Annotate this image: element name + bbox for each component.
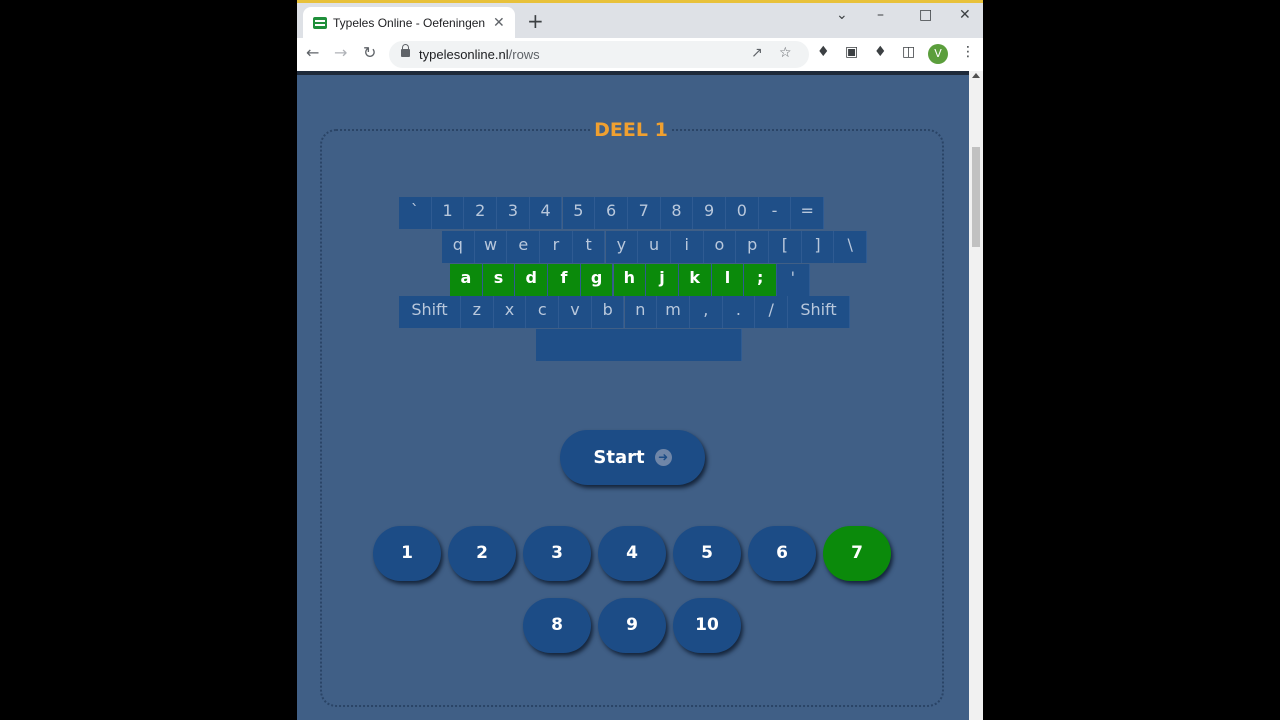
extensions-menu-icon[interactable]: ♦ bbox=[874, 44, 887, 60]
keyboard-key: = bbox=[791, 197, 825, 229]
maximize-icon[interactable]: □ bbox=[919, 7, 932, 23]
keyboard-key: 8 bbox=[660, 197, 694, 229]
tab-bar: Typeles Online - Oefeningen ✕ + ⌄ – □ ✕ bbox=[297, 0, 983, 41]
scrollbar[interactable] bbox=[969, 71, 983, 720]
scroll-thumb[interactable] bbox=[972, 147, 980, 247]
keyboard-key: d bbox=[515, 264, 549, 296]
active-tab[interactable]: Typeles Online - Oefeningen ✕ bbox=[303, 7, 515, 41]
keyboard-key: n bbox=[624, 296, 658, 328]
back-arrow-icon[interactable]: ← bbox=[306, 44, 319, 62]
keyboard-key: x bbox=[493, 296, 527, 328]
keyboard-key: . bbox=[722, 296, 756, 328]
url-text[interactable]: typelesonline.nl/rows bbox=[419, 47, 540, 62]
keyboard-key: z bbox=[461, 296, 494, 328]
keyboard-key: t bbox=[572, 231, 606, 263]
keyboard-key: o bbox=[703, 231, 737, 263]
more-menu-icon[interactable]: ⋮ bbox=[961, 44, 975, 60]
start-button[interactable]: Start ➜ bbox=[560, 430, 705, 485]
keyboard-key: u bbox=[638, 231, 671, 263]
lock-icon[interactable] bbox=[401, 44, 410, 57]
keyboard-key: 0 bbox=[726, 197, 759, 229]
lesson-button-2[interactable]: 2 bbox=[448, 526, 516, 581]
keyboard-key: v bbox=[559, 296, 592, 328]
keyboard-key: s bbox=[482, 264, 516, 296]
minimize-icon[interactable]: – bbox=[877, 7, 884, 23]
lesson-button-9[interactable]: 9 bbox=[598, 598, 666, 653]
keyboard-key: e bbox=[507, 231, 541, 263]
keyboard-key: 7 bbox=[627, 197, 661, 229]
arrow-right-circle-icon: ➜ bbox=[654, 449, 672, 466]
keyboard-key: 6 bbox=[595, 197, 628, 229]
keyboard-key: r bbox=[540, 231, 573, 263]
keyboard-key: 5 bbox=[562, 197, 596, 229]
lesson-button-7[interactable]: 7 bbox=[823, 526, 891, 581]
bookmark-star-icon[interactable]: ☆ bbox=[779, 45, 792, 61]
keyboard-key: 1 bbox=[431, 197, 465, 229]
keyboard-key: m bbox=[657, 296, 690, 328]
keyboard-key: ` bbox=[399, 197, 432, 229]
tab-search-icon[interactable]: ⌄ bbox=[836, 7, 848, 23]
section-title: DEEL 1 bbox=[591, 119, 671, 141]
site-favicon-icon bbox=[313, 17, 327, 29]
reload-icon[interactable]: ↻ bbox=[363, 44, 376, 62]
keyboard-key: / bbox=[755, 296, 788, 328]
keyboard-key: q bbox=[442, 231, 475, 263]
keyboard-key: 3 bbox=[497, 197, 530, 229]
browser-window: Typeles Online - Oefeningen ✕ + ⌄ – □ ✕ … bbox=[297, 0, 983, 720]
forward-arrow-icon[interactable]: → bbox=[334, 44, 347, 62]
keyboard-spacebar bbox=[536, 329, 742, 361]
keyboard-key: Shift bbox=[399, 296, 461, 328]
lesson-button-1[interactable]: 1 bbox=[373, 526, 441, 581]
tab-title: Typeles Online - Oefeningen bbox=[333, 16, 486, 30]
keyboard-key: l bbox=[711, 264, 745, 296]
start-label: Start bbox=[593, 447, 645, 468]
keyboard-key: c bbox=[526, 296, 560, 328]
keyboard-key: ; bbox=[744, 264, 777, 296]
address-bar[interactable]: typelesonline.nl/rows ↗ ☆ bbox=[389, 41, 809, 68]
keyboard-key: Shift bbox=[788, 296, 850, 328]
keyboard-key: p bbox=[736, 231, 769, 263]
keyboard-key: 2 bbox=[464, 197, 498, 229]
share-icon[interactable]: ↗ bbox=[751, 45, 763, 61]
keyboard-key: h bbox=[613, 264, 647, 296]
keyboard-key: f bbox=[548, 264, 581, 296]
keyboard-key: \ bbox=[834, 231, 868, 263]
scroll-up-arrow-icon[interactable] bbox=[972, 73, 980, 78]
lesson-button-5[interactable]: 5 bbox=[673, 526, 741, 581]
lesson-button-4[interactable]: 4 bbox=[598, 526, 666, 581]
keyboard-key: ] bbox=[801, 231, 835, 263]
lesson-button-6[interactable]: 6 bbox=[748, 526, 816, 581]
keyboard-key: w bbox=[474, 231, 508, 263]
keyboard-key: ' bbox=[777, 264, 810, 296]
keyboard-key: 9 bbox=[693, 197, 726, 229]
browser-toolbar: ← → ↻ typelesonline.nl/rows ↗ ☆ ♦ ▣ ♦ ◫ … bbox=[297, 38, 983, 71]
keyboard-key: - bbox=[758, 197, 792, 229]
keyboard-key: a bbox=[450, 264, 483, 296]
new-tab-button[interactable]: + bbox=[527, 11, 544, 31]
keyboard-key: [ bbox=[769, 231, 802, 263]
keyboard-key: , bbox=[689, 296, 723, 328]
profile-avatar[interactable]: V bbox=[928, 44, 948, 64]
side-panel-icon[interactable]: ◫ bbox=[902, 44, 915, 60]
keyboard-key: 4 bbox=[529, 197, 563, 229]
lesson-button-8[interactable]: 8 bbox=[523, 598, 591, 653]
tab-close-icon[interactable]: ✕ bbox=[493, 15, 505, 31]
lesson-button-10[interactable]: 10 bbox=[673, 598, 741, 653]
keyboard-key: i bbox=[670, 231, 704, 263]
keyboard-key: y bbox=[605, 231, 639, 263]
keyboard-key: g bbox=[580, 264, 614, 296]
keyboard-key: k bbox=[678, 264, 712, 296]
keyboard-key: b bbox=[591, 296, 625, 328]
keyboard-key: j bbox=[646, 264, 679, 296]
extension-puzzle-icon[interactable]: ♦ bbox=[817, 44, 830, 60]
extension-icon[interactable]: ▣ bbox=[845, 44, 858, 60]
window-close-icon[interactable]: ✕ bbox=[959, 7, 971, 23]
page-content: DEEL 1 ` 1 2 3 4 5 6 7 8 9 0- = q w e r t y u i o p[] \ a s d f g h j… bbox=[297, 75, 969, 720]
lesson-button-3[interactable]: 3 bbox=[523, 526, 591, 581]
